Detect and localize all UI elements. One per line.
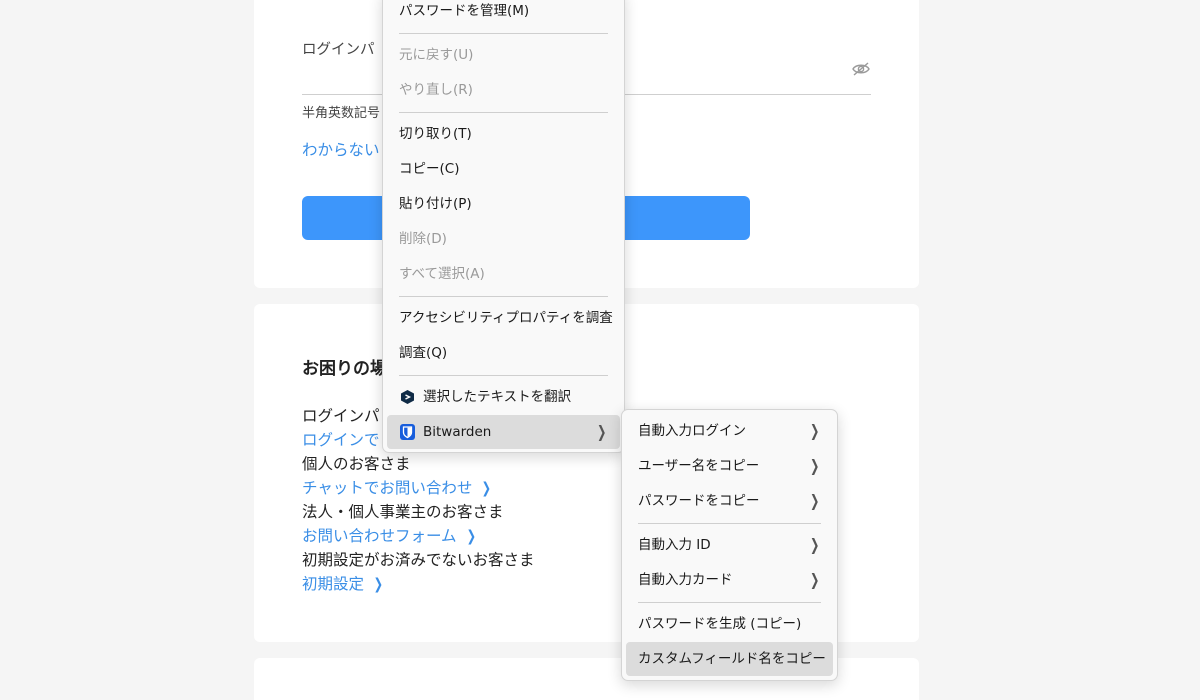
menu-item-undo[interactable]: 元に戻す(U) <box>387 38 620 72</box>
translate-extension-icon <box>401 390 414 404</box>
submenu-item-autofill-login[interactable]: 自動入力ログイン ❯ <box>626 414 833 448</box>
help-link-chat[interactable]: チャットでお問い合わせ ❯ <box>302 476 493 498</box>
menu-item-redo[interactable]: やり直し(R) <box>387 73 620 107</box>
chevron-right-icon: ❯ <box>809 491 819 510</box>
help-text-login: ログインパ <box>302 407 380 425</box>
forgot-password-link[interactable]: わからない <box>302 138 380 160</box>
menu-separator <box>399 33 608 34</box>
submenu-item-copy-password-label: パスワードをコピー <box>638 493 760 509</box>
menu-item-inspect-accessibility[interactable]: アクセシビリティプロパティを調査 <box>387 301 620 335</box>
submenu-item-autofill-card[interactable]: 自動入力カード ❯ <box>626 563 833 597</box>
chevron-right-icon: ❯ <box>481 479 492 497</box>
chevron-right-icon: ❯ <box>809 456 819 475</box>
submenu-item-copy-password[interactable]: パスワードをコピー ❯ <box>626 484 833 518</box>
help-text-personal: 個人のお客さま <box>302 455 411 473</box>
menu-item-translate-label: 選択したテキストを翻訳 <box>423 389 572 405</box>
chevron-right-icon: ❯ <box>809 535 819 554</box>
menu-item-bitwarden-label: Bitwarden <box>423 424 492 440</box>
help-link-form[interactable]: お問い合わせフォーム ❯ <box>302 524 477 546</box>
menu-item-delete[interactable]: 削除(D) <box>387 222 620 256</box>
help-link-setup[interactable]: 初期設定 ❯ <box>302 572 385 594</box>
submenu-item-autofill-card-label: 自動入力カード <box>638 572 733 588</box>
context-menu: パスワードを管理(M) 元に戻す(U) やり直し(R) 切り取り(T) コピー(… <box>382 0 625 453</box>
submenu-item-generate-password[interactable]: パスワードを生成 (コピー) <box>626 607 833 641</box>
menu-separator <box>638 602 821 603</box>
chevron-right-icon: ❯ <box>809 421 819 440</box>
bitwarden-icon <box>400 424 415 440</box>
menu-item-inspect[interactable]: 調査(Q) <box>387 336 620 370</box>
help-link-form-label: お問い合わせフォーム <box>302 527 457 545</box>
submenu-item-copy-username[interactable]: ユーザー名をコピー ❯ <box>626 449 833 483</box>
chevron-right-icon: ❯ <box>596 422 606 441</box>
password-hint: 半角英数記号 <box>302 106 381 121</box>
submenu-item-autofill-identity[interactable]: 自動入力 ID ❯ <box>626 528 833 562</box>
menu-item-select-all[interactable]: すべて選択(A) <box>387 257 620 291</box>
help-title: お困りの場 <box>302 359 387 379</box>
menu-separator <box>399 375 608 376</box>
help-text-setup: 初期設定がお済みでないお客さま <box>302 551 535 569</box>
menu-separator <box>638 523 821 524</box>
password-label: ログインパ <box>302 42 375 58</box>
menu-item-manage-passwords[interactable]: パスワードを管理(M) <box>387 0 620 28</box>
menu-item-paste[interactable]: 貼り付け(P) <box>387 187 620 221</box>
submenu-item-autofill-identity-label: 自動入力 ID <box>638 537 711 553</box>
eye-slash-icon[interactable] <box>851 60 871 78</box>
help-link-login[interactable]: ログインで <box>302 428 380 450</box>
submenu-item-copy-username-label: ユーザー名をコピー <box>638 458 760 474</box>
chevron-right-icon: ❯ <box>373 575 384 593</box>
bitwarden-submenu: 自動入力ログイン ❯ ユーザー名をコピー ❯ パスワードをコピー ❯ 自動入力 ID ❯… <box>621 409 838 681</box>
menu-separator <box>399 296 608 297</box>
chevron-right-icon: ❯ <box>809 570 819 589</box>
help-text-business: 法人・個人事業主のお客さま <box>302 503 504 521</box>
menu-item-translate[interactable]: 選択したテキストを翻訳 <box>387 380 620 414</box>
menu-item-bitwarden[interactable]: Bitwarden ❯ <box>387 415 620 449</box>
help-link-chat-label: チャットでお問い合わせ <box>302 479 473 497</box>
menu-separator <box>399 112 608 113</box>
submenu-item-copy-custom-field[interactable]: カスタムフィールド名をコピー <box>626 642 833 676</box>
submenu-item-autofill-login-label: 自動入力ログイン <box>638 423 746 439</box>
menu-item-cut[interactable]: 切り取り(T) <box>387 117 620 151</box>
chevron-right-icon: ❯ <box>466 527 476 545</box>
help-link-setup-label: 初期設定 <box>302 575 365 593</box>
menu-item-copy[interactable]: コピー(C) <box>387 152 620 186</box>
